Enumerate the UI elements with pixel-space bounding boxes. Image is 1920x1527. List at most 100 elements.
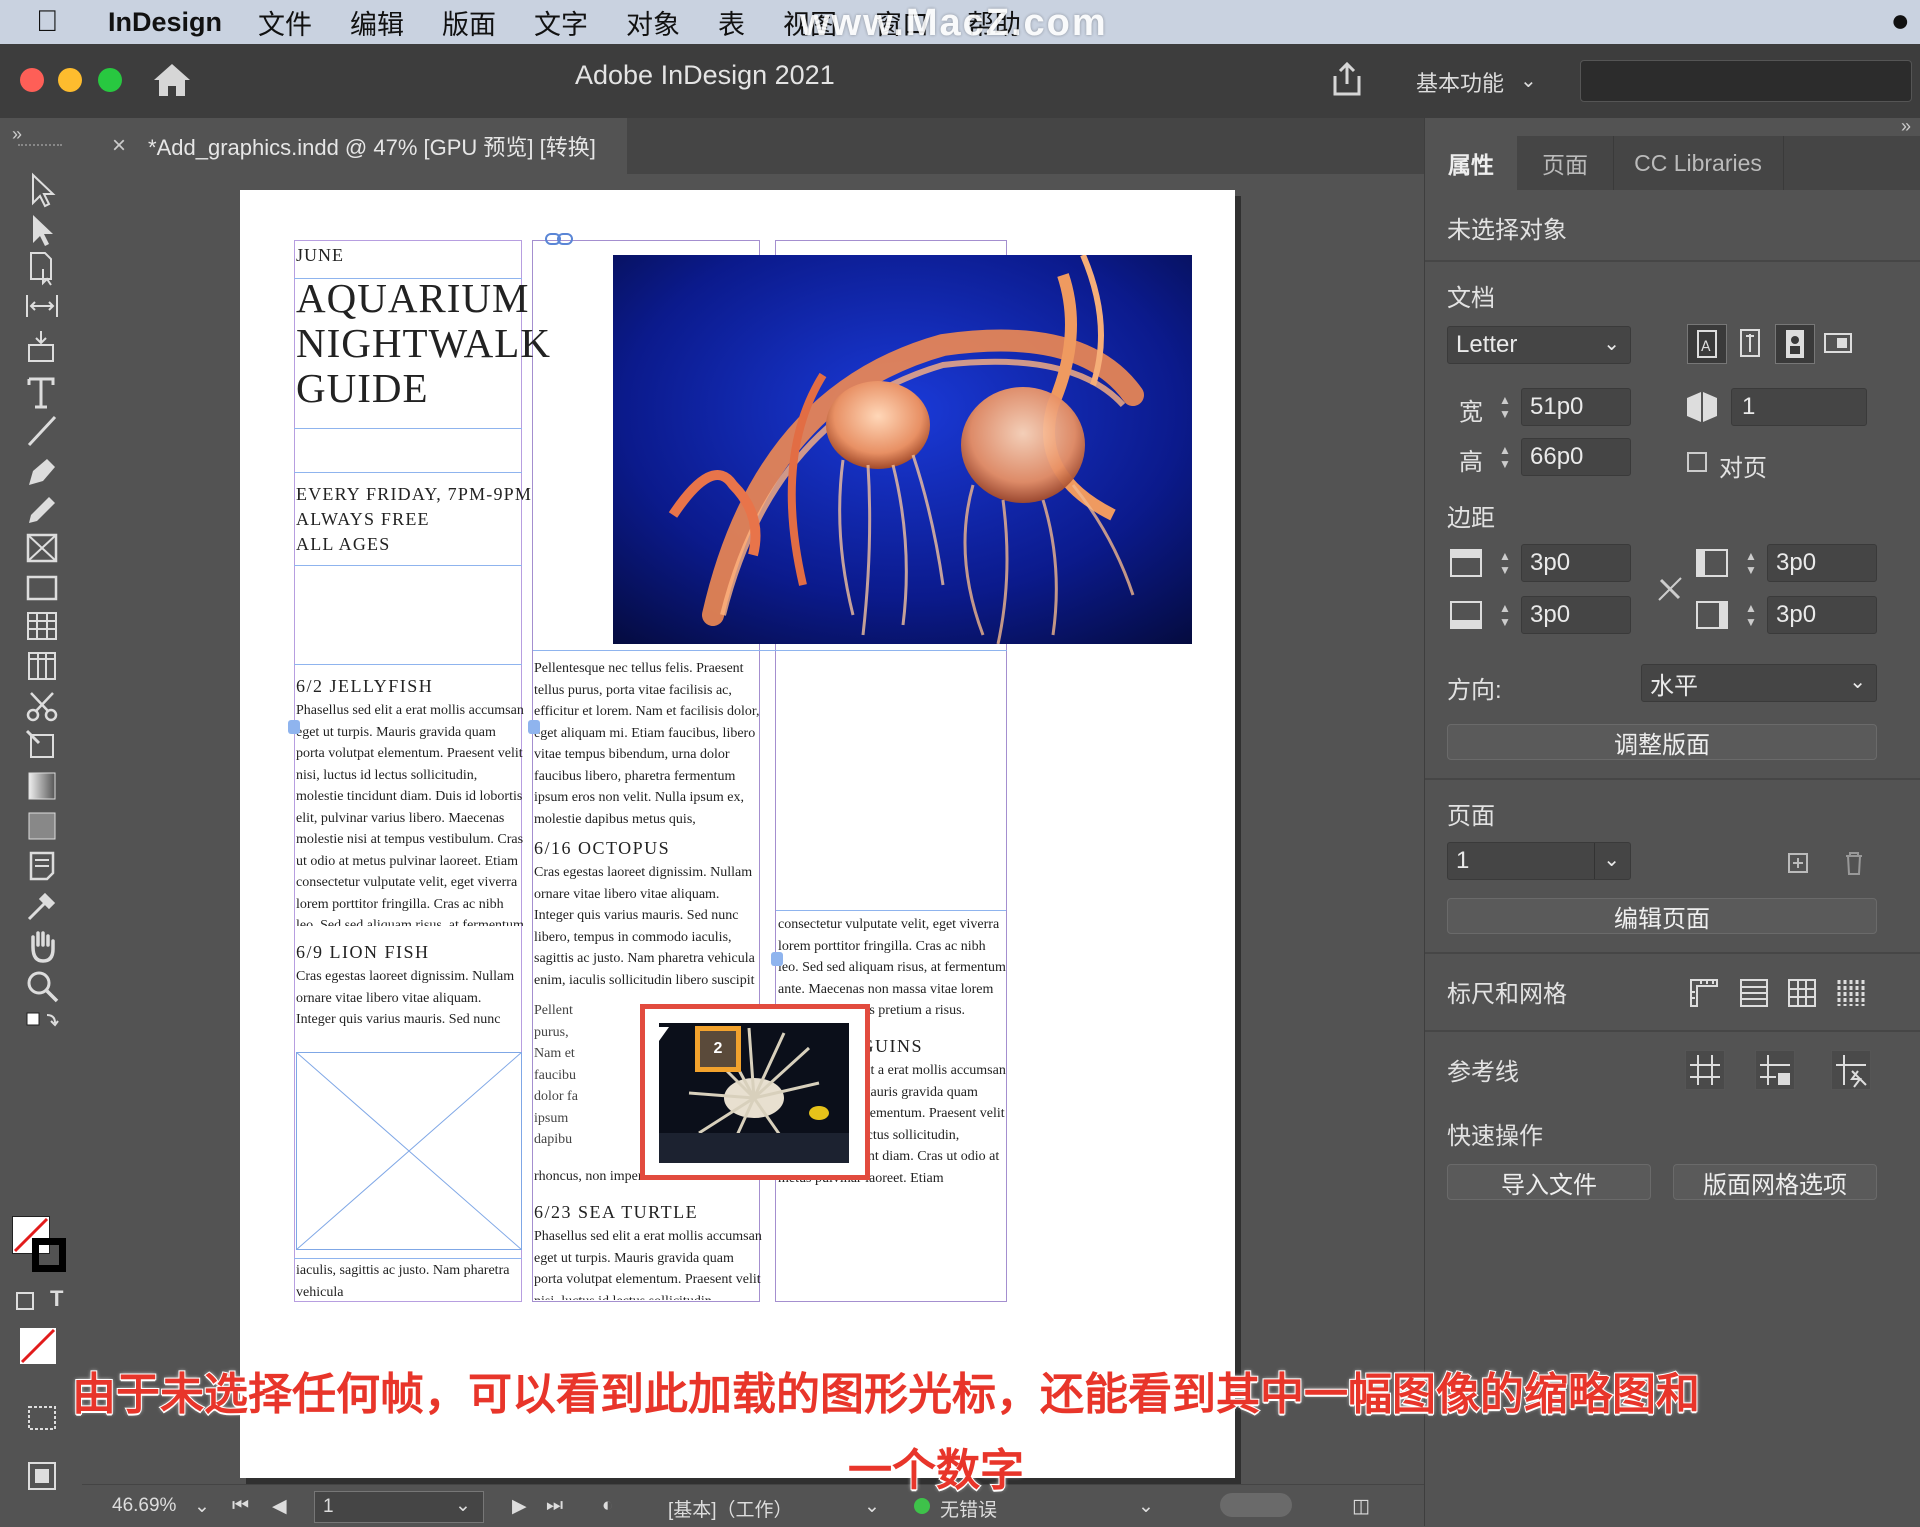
tab-cc-libraries[interactable]: CC Libraries <box>1613 136 1784 190</box>
chevron-down-icon[interactable]: ⌄ <box>455 1494 471 1517</box>
height-stepper-icon[interactable]: ▲ ▼ <box>1491 438 1519 476</box>
margin-bottom-input[interactable]: 3p0 <box>1521 596 1631 634</box>
height-input[interactable]: 66p0 <box>1521 438 1631 476</box>
direct-selection-tool-icon[interactable] <box>20 210 64 250</box>
window-zoom-button[interactable] <box>98 68 122 92</box>
menu-file[interactable]: 文件 <box>258 3 312 42</box>
intent-print-icon[interactable]: A <box>1687 324 1727 364</box>
import-file-button[interactable]: 导入文件 <box>1447 1164 1651 1200</box>
gradient-feather-tool-icon[interactable] <box>20 806 64 846</box>
chevron-down-icon[interactable]: ⌄ <box>864 1495 880 1518</box>
chevron-down-icon[interactable]: ⌄ <box>1603 331 1620 356</box>
facing-pages-checkbox[interactable] <box>1687 452 1707 472</box>
search-input[interactable] <box>1580 60 1912 102</box>
eyedropper-tool-icon[interactable] <box>20 886 64 926</box>
page-size-select[interactable]: Letter ⌄ <box>1447 326 1631 364</box>
app-menu[interactable]: InDesign <box>108 7 222 38</box>
last-page-icon[interactable]: ⏭ <box>546 1495 563 1517</box>
screen-mode-icon[interactable] <box>20 1398 64 1438</box>
margin-right-input[interactable]: 3p0 <box>1767 596 1877 634</box>
chevron-down-icon[interactable]: ⌄ <box>1138 1495 1154 1518</box>
horizontal-scrollbar[interactable] <box>1220 1493 1292 1517</box>
adjust-layout-button[interactable]: 调整版面 <box>1447 724 1877 760</box>
link-margins-icon[interactable] <box>1651 570 1689 608</box>
chevron-down-icon[interactable]: ⌄ <box>1603 847 1620 872</box>
gap-tool-icon[interactable] <box>20 286 64 326</box>
chevron-down-icon[interactable]: ⌄ <box>1849 669 1866 694</box>
pen-tool-icon[interactable] <box>20 452 64 492</box>
edit-page-button[interactable]: 编辑页面 <box>1447 898 1877 934</box>
margin-top-input[interactable]: 3p0 <box>1521 544 1631 582</box>
first-page-icon[interactable]: ⏮ <box>232 1495 249 1517</box>
preview-mode-icon[interactable] <box>20 1456 64 1496</box>
swap-fill-stroke-icon[interactable] <box>20 1008 64 1048</box>
hand-tool-icon[interactable] <box>20 926 64 966</box>
width-stepper-icon[interactable]: ▲ ▼ <box>1491 388 1519 426</box>
margin-left-stepper-icon[interactable]: ▲ ▼ <box>1737 544 1765 582</box>
apply-none-icon[interactable] <box>20 1328 56 1364</box>
document-canvas[interactable]: JUNE AQUARIUM NIGHTWALK GUIDE EVERY FRID… <box>82 174 1424 1484</box>
toolbar-grip[interactable] <box>18 144 62 148</box>
apple-menu-icon[interactable]:  <box>36 5 92 39</box>
chevron-down-icon[interactable]: ⌄ <box>1520 68 1537 93</box>
collapse-panel-icon[interactable]: » <box>1901 116 1911 137</box>
page-tool-icon[interactable] <box>20 248 64 288</box>
margin-bottom-stepper-icon[interactable]: ▲ ▼ <box>1491 596 1519 634</box>
next-page-icon[interactable]: ▶ <box>512 1495 527 1518</box>
ruler-icon[interactable] <box>1685 974 1723 1012</box>
pages-count-input[interactable]: 1 <box>1731 388 1867 426</box>
formatting-text-icon[interactable]: T <box>50 1286 63 1312</box>
in-port-icon[interactable] <box>528 720 540 734</box>
in-port-icon[interactable] <box>288 720 300 734</box>
empty-graphic-frame[interactable] <box>296 1052 522 1250</box>
tab-pages[interactable]: 页面 <box>1517 136 1614 190</box>
free-transform-tool-icon[interactable] <box>20 726 64 766</box>
menu-layout[interactable]: 版面 <box>442 3 496 42</box>
open-page-icon[interactable]: ◐ <box>602 1495 613 1517</box>
control-center-icon[interactable]: ● <box>1891 2 1910 39</box>
share-icon[interactable] <box>1328 60 1366 98</box>
intent-vertical-icon[interactable] <box>1731 324 1769 362</box>
stroke-swatch[interactable] <box>32 1238 66 1272</box>
document-tab[interactable]: × *Add_graphics.indd @ 47% [GPU 预览] [转换] <box>82 118 627 174</box>
workspace-switcher[interactable]: 基本功能 <box>1416 66 1504 98</box>
menu-table[interactable]: 表 <box>718 3 745 42</box>
menu-edit[interactable]: 编辑 <box>350 3 404 42</box>
layout-grid-icon[interactable] <box>1831 974 1869 1012</box>
selection-tool-icon[interactable] <box>20 170 64 210</box>
home-icon[interactable] <box>152 62 192 98</box>
link-icon[interactable] <box>544 230 574 248</box>
rectangle-tool-icon[interactable] <box>20 568 64 608</box>
jellyfish-image[interactable] <box>613 255 1192 644</box>
collapse-toolbar-icon[interactable]: » <box>12 124 22 145</box>
line-tool-icon[interactable] <box>20 410 64 450</box>
width-input[interactable]: 51p0 <box>1521 388 1631 426</box>
add-page-icon[interactable] <box>1779 844 1817 882</box>
document-page[interactable]: JUNE AQUARIUM NIGHTWALK GUIDE EVERY FRID… <box>240 190 1235 1478</box>
show-guides-icon[interactable] <box>1685 1050 1725 1090</box>
menu-type[interactable]: 文字 <box>534 3 588 42</box>
margin-left-input[interactable]: 3p0 <box>1767 544 1877 582</box>
document-grid-icon[interactable] <box>1783 974 1821 1012</box>
layout-grid-options-button[interactable]: 版面网格选项 <box>1673 1164 1877 1200</box>
landscape-orientation-icon[interactable] <box>1819 324 1857 362</box>
content-collector-tool-icon[interactable] <box>20 326 64 366</box>
table-tool-icon[interactable] <box>20 606 64 646</box>
margin-right-stepper-icon[interactable]: ▲ ▼ <box>1737 596 1765 634</box>
note-tool-icon[interactable] <box>20 846 64 886</box>
grid-tool-icon[interactable] <box>20 646 64 686</box>
zoom-tool-icon[interactable] <box>20 966 64 1006</box>
tab-properties[interactable]: 属性 <box>1425 136 1517 190</box>
gradient-swatch-tool-icon[interactable] <box>20 766 64 806</box>
window-close-button[interactable] <box>20 68 44 92</box>
in-port-icon[interactable] <box>771 952 783 966</box>
rectangle-frame-tool-icon[interactable] <box>20 528 64 568</box>
previous-page-icon[interactable]: ◀ <box>272 1495 287 1518</box>
pencil-tool-icon[interactable] <box>20 490 64 530</box>
baseline-grid-icon[interactable] <box>1735 974 1773 1012</box>
menu-object[interactable]: 对象 <box>626 3 680 42</box>
page-number-field[interactable]: 1 ⌄ <box>314 1491 484 1523</box>
orientation-select[interactable]: 水平 ⌄ <box>1641 664 1877 702</box>
smart-guides-icon[interactable] <box>1831 1050 1871 1090</box>
close-tab-icon[interactable]: × <box>112 132 126 160</box>
